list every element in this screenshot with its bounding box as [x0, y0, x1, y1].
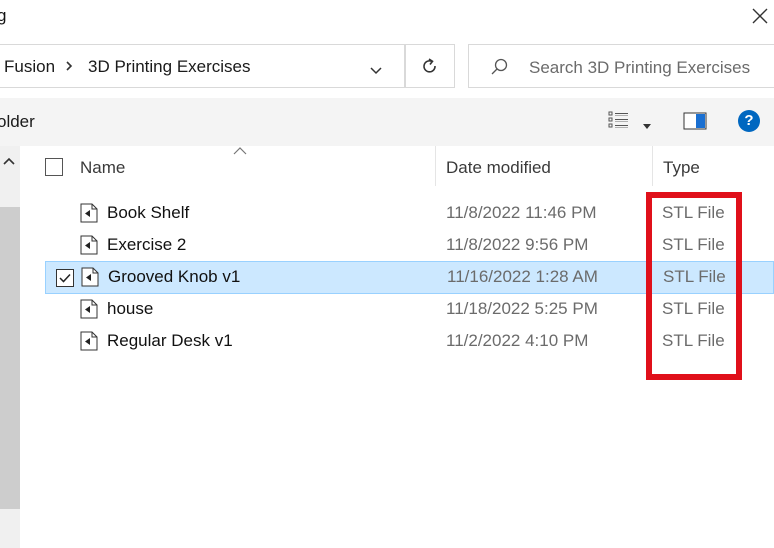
- stl-file-icon: [80, 299, 98, 319]
- view-options-chevron-icon[interactable]: [643, 117, 651, 129]
- file-date-modified: 11/18/2022 5:25 PM: [446, 299, 598, 318]
- help-icon[interactable]: ?: [738, 110, 760, 132]
- file-name[interactable]: Exercise 2: [107, 235, 186, 255]
- stl-file-icon: [80, 331, 98, 351]
- refresh-icon: [420, 57, 440, 82]
- select-all-checkbox[interactable]: [45, 158, 63, 176]
- file-date-modified: 11/2/2022 4:10 PM: [446, 331, 589, 350]
- breadcrumb-fusion[interactable]: Fusion: [4, 57, 55, 77]
- search-input[interactable]: Search 3D Printing Exercises: [529, 58, 750, 78]
- column-header-name[interactable]: Name: [80, 158, 125, 178]
- details-view-icon[interactable]: [608, 111, 630, 129]
- stl-file-icon: [80, 235, 98, 255]
- new-folder-button[interactable]: older: [0, 112, 35, 132]
- search-icon: [489, 57, 509, 77]
- column-divider[interactable]: [435, 146, 436, 186]
- search-box[interactable]: Search 3D Printing Exercises: [468, 44, 774, 88]
- stl-file-icon: [80, 203, 98, 223]
- column-header-type[interactable]: Type: [663, 158, 700, 178]
- column-divider[interactable]: [652, 146, 653, 186]
- file-name[interactable]: Regular Desk v1: [107, 331, 233, 351]
- stl-file-icon: [81, 267, 99, 287]
- scroll-up-icon[interactable]: [3, 153, 15, 165]
- address-bar[interactable]: Fusion 3D Printing Exercises: [0, 44, 405, 88]
- column-header-date-modified[interactable]: Date modified: [446, 158, 551, 178]
- row-checkbox-checked[interactable]: [56, 269, 74, 287]
- breadcrumb-3d-printing-exercises[interactable]: 3D Printing Exercises: [88, 57, 251, 77]
- sort-ascending-icon: [233, 142, 247, 155]
- window-title: g: [0, 6, 7, 25]
- chevron-right-icon: [65, 60, 73, 74]
- command-bar: [0, 98, 774, 146]
- refresh-button[interactable]: [405, 44, 455, 88]
- highlight-annotation-box: [646, 192, 742, 380]
- file-date-modified: 11/8/2022 9:56 PM: [446, 235, 589, 254]
- close-icon[interactable]: [748, 4, 772, 28]
- preview-pane-icon[interactable]: [683, 112, 707, 130]
- file-name[interactable]: house: [107, 299, 153, 319]
- chevron-down-icon[interactable]: [370, 62, 382, 75]
- scroll-thumb[interactable]: [0, 207, 20, 509]
- file-name[interactable]: Grooved Knob v1: [108, 267, 240, 287]
- file-date-modified: 11/8/2022 11:46 PM: [446, 203, 597, 222]
- file-name[interactable]: Book Shelf: [107, 203, 189, 223]
- file-date-modified: 11/16/2022 1:28 AM: [447, 267, 598, 286]
